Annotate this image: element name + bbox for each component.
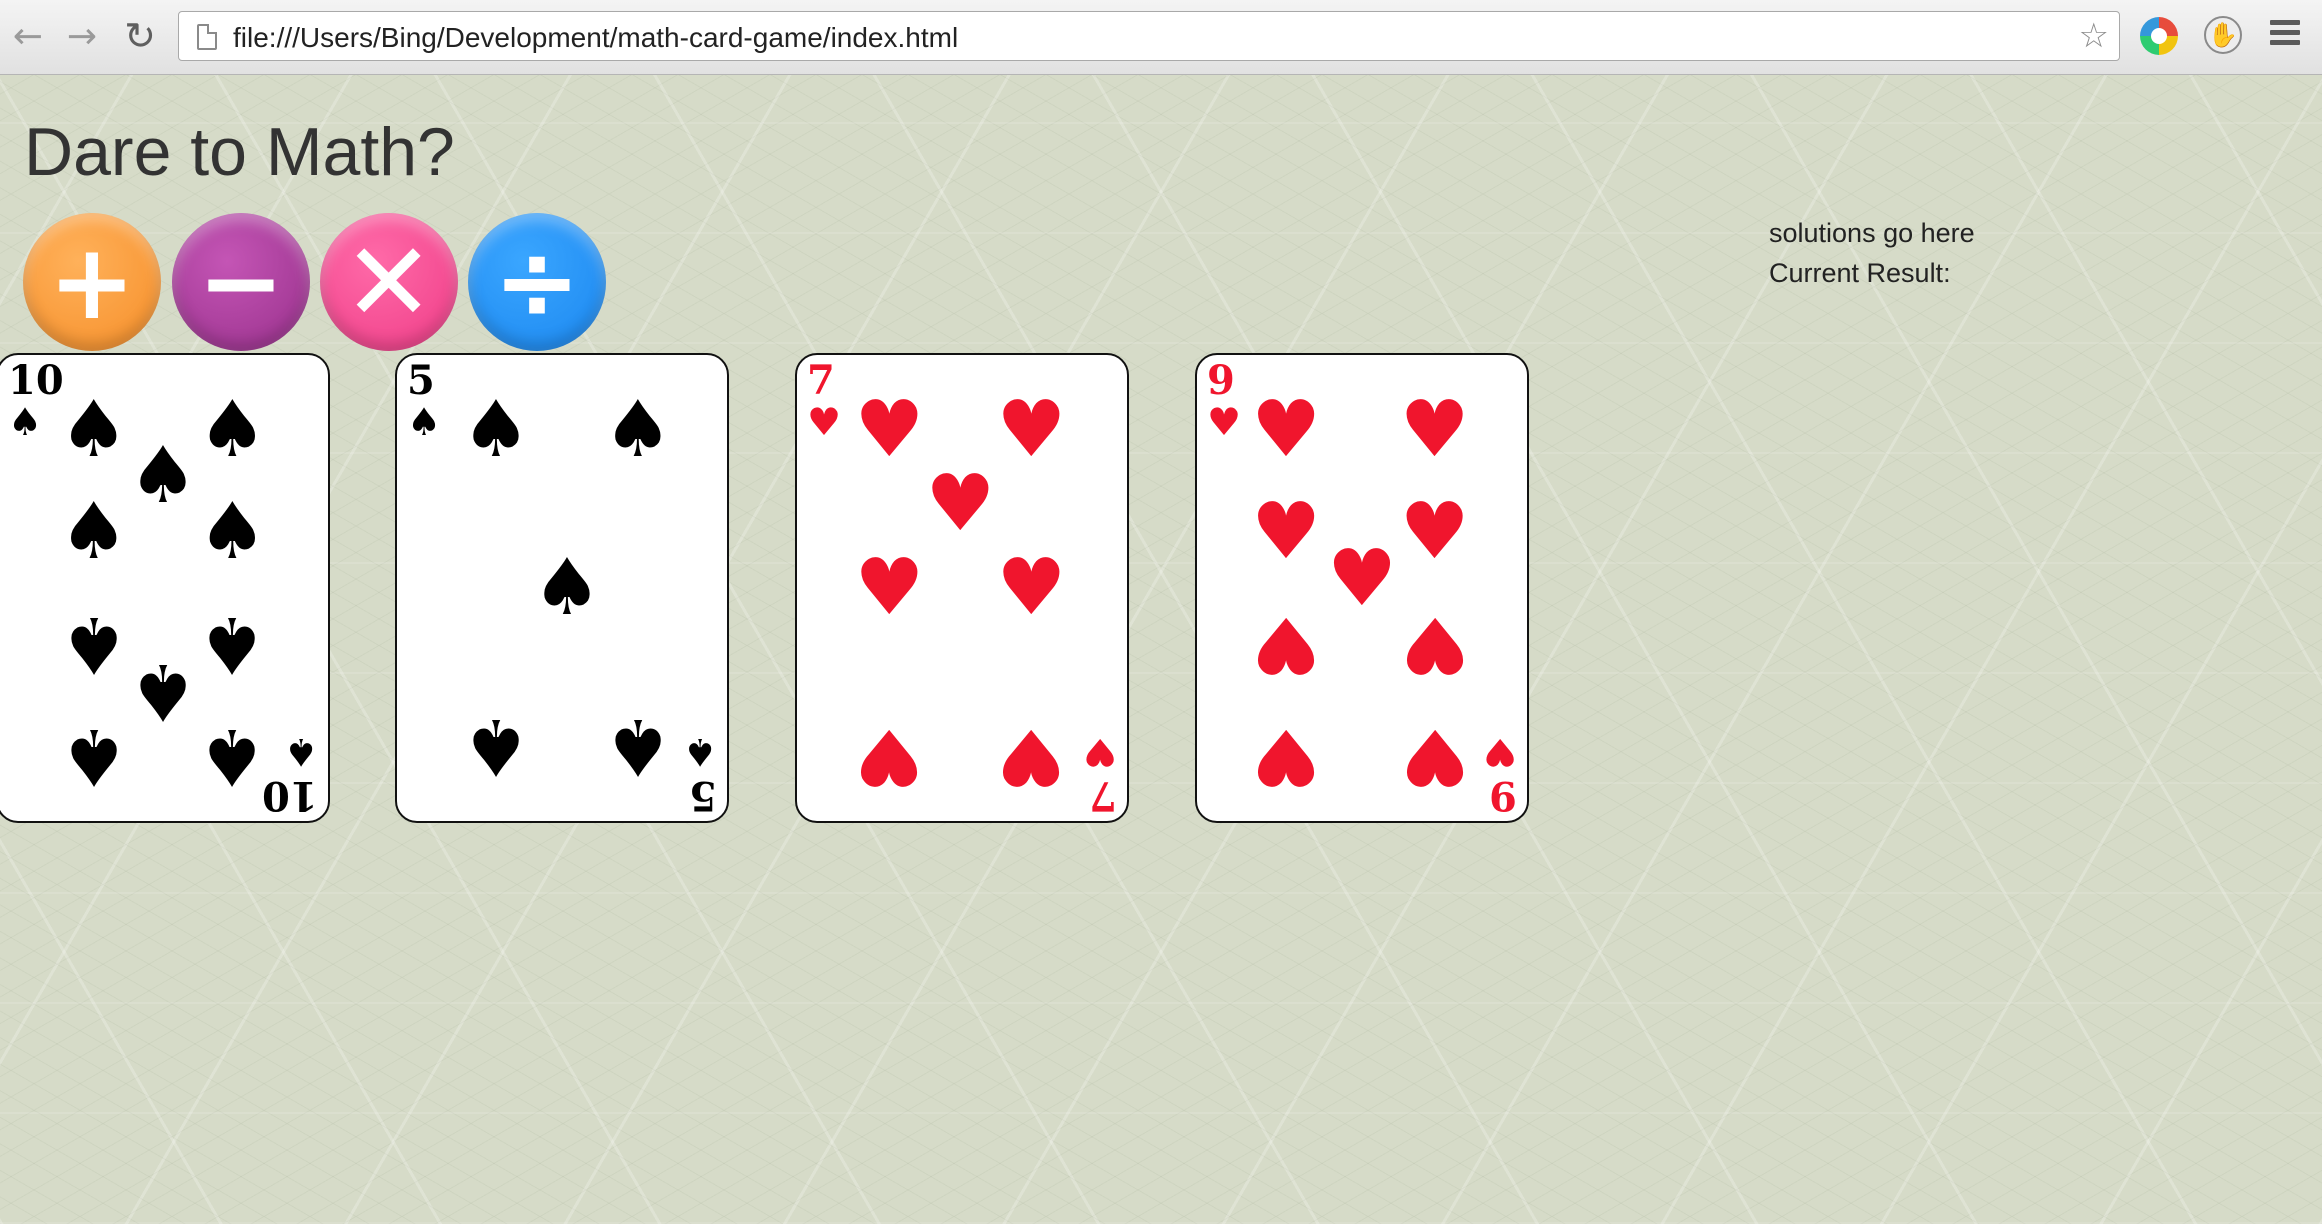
card-suit-icon: ♠ bbox=[283, 730, 318, 774]
card-7-hearts[interactable]: 7 ♥ 7 ♥ ♥ ♥ ♥ ♥ ♥ ♥ ♥ bbox=[795, 353, 1129, 823]
card-pip-icon: ♠ bbox=[128, 431, 198, 522]
card-rank-top: 5 bbox=[407, 357, 435, 404]
card-suit-icon: ♠ bbox=[682, 730, 717, 774]
card-pip-icon: ♠ bbox=[602, 384, 673, 475]
card-pip-icon: ♠ bbox=[461, 384, 531, 475]
menu-icon[interactable] bbox=[2270, 20, 2300, 50]
card-rank-top: 7 bbox=[807, 357, 835, 404]
card-rank-top: 9 bbox=[1207, 357, 1235, 404]
card-pip-icon: ♠ bbox=[58, 487, 129, 578]
card-5-spades[interactable]: 5 ♠ 5 ♠ ♠ ♠ ♠ ♠ ♠ bbox=[395, 353, 729, 823]
card-pip-icon: ♠ bbox=[197, 598, 268, 689]
card-pip-icon: ♥ bbox=[854, 710, 925, 801]
card-pip-icon: ♠ bbox=[531, 543, 602, 633]
card-pip-icon: ♠ bbox=[128, 645, 198, 736]
card-pip-icon: ♥ bbox=[1251, 384, 1322, 475]
card-pip-icon: ♠ bbox=[197, 384, 268, 475]
card-pip-icon: ♥ bbox=[854, 543, 925, 633]
card-pip-icon: ♠ bbox=[58, 598, 129, 689]
subtract-button[interactable]: − bbox=[172, 213, 310, 351]
card-suit-icon: ♠ bbox=[407, 400, 442, 444]
add-button[interactable]: + bbox=[23, 213, 161, 351]
plus-icon: + bbox=[48, 221, 136, 343]
card-pip-icon: ♥ bbox=[1399, 598, 1470, 689]
card-pip-icon: ♥ bbox=[1251, 487, 1322, 578]
card-pip-icon: ♥ bbox=[996, 710, 1067, 801]
card-pip-icon: ♥ bbox=[925, 459, 996, 550]
card-pip-icon: ♥ bbox=[854, 384, 925, 475]
card-pip-icon: ♠ bbox=[197, 710, 268, 801]
page-icon bbox=[197, 24, 217, 50]
bookmark-star-icon[interactable]: ☆ bbox=[2079, 16, 2109, 56]
hand-extension-icon[interactable]: ✋ bbox=[2204, 16, 2242, 54]
card-9-hearts[interactable]: 9 ♥ 9 ♥ ♥ ♥ ♥ ♥ ♥ ♥ ♥ ♥ ♥ bbox=[1195, 353, 1529, 823]
multiply-button[interactable]: ✕ bbox=[320, 213, 458, 351]
card-rank-bottom: 7 bbox=[1089, 772, 1117, 819]
page-title: Dare to Math? bbox=[24, 114, 455, 190]
card-suit-icon: ♥ bbox=[1482, 730, 1517, 774]
card-pip-icon: ♠ bbox=[58, 384, 129, 475]
extension-color-icon[interactable] bbox=[2140, 17, 2178, 55]
card-suit-icon: ♠ bbox=[8, 400, 43, 444]
solutions-text: solutions go here bbox=[1769, 218, 1975, 248]
card-pip-icon: ♥ bbox=[1399, 487, 1470, 578]
card-pip-icon: ♥ bbox=[1251, 710, 1322, 801]
forward-icon[interactable]: → bbox=[62, 14, 102, 58]
card-pip-icon: ♥ bbox=[1399, 710, 1470, 801]
card-pip-icon: ♥ bbox=[996, 543, 1067, 633]
divide-button[interactable]: ÷ bbox=[468, 213, 606, 351]
card-pip-icon: ♠ bbox=[58, 710, 129, 801]
current-result-label: Current Result: bbox=[1769, 258, 1951, 288]
card-pip-icon: ♠ bbox=[197, 487, 268, 578]
divide-icon: ÷ bbox=[493, 221, 581, 343]
url-text[interactable]: file:///Users/Bing/Development/math-card… bbox=[233, 22, 958, 54]
card-pip-icon: ♥ bbox=[1327, 533, 1397, 624]
card-rank-bottom: 5 bbox=[689, 772, 717, 819]
address-bar[interactable]: file:///Users/Bing/Development/math-card… bbox=[178, 11, 2120, 61]
browser-toolbar: ← → ↻ file:///Users/Bing/Development/mat… bbox=[0, 0, 2322, 75]
card-pip-icon: ♠ bbox=[461, 701, 531, 792]
card-10-spades[interactable]: 10 ♠ 10 ♠ ♠ ♠ ♠ ♠ ♠ ♠ ♠ ♠ ♠ ♠ bbox=[0, 353, 330, 823]
card-pip-icon: ♥ bbox=[996, 384, 1067, 475]
card-suit-icon: ♥ bbox=[1207, 400, 1242, 444]
card-pip-icon: ♥ bbox=[1251, 598, 1322, 689]
side-info: solutions go here Current Result: bbox=[1769, 213, 1975, 293]
back-icon[interactable]: ← bbox=[8, 14, 48, 58]
page-body: Dare to Math? + − ✕ ÷ 10 ♠ 10 ♠ ♠ ♠ ♠ ♠ ♠ ♠ ♠ ♠ ♠ ♠ 5… bbox=[0, 75, 2322, 1224]
minus-icon: − bbox=[197, 221, 285, 343]
card-pip-icon: ♠ bbox=[602, 701, 673, 792]
card-pip-icon: ♥ bbox=[1399, 384, 1470, 475]
reload-icon[interactable]: ↻ bbox=[120, 14, 160, 58]
times-icon: ✕ bbox=[343, 217, 435, 347]
card-rank-bottom: 9 bbox=[1489, 772, 1517, 819]
card-suit-icon: ♥ bbox=[1082, 730, 1117, 774]
card-suit-icon: ♥ bbox=[807, 400, 842, 444]
